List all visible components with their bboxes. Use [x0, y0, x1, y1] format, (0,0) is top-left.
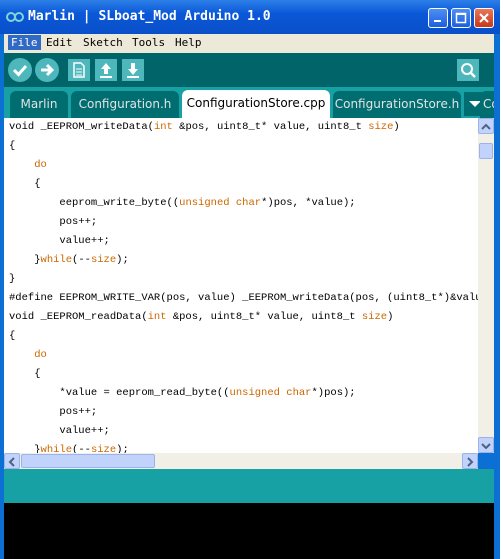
- arrow-left-icon: [8, 457, 15, 467]
- arrow-up-icon: [481, 123, 491, 130]
- code-text: *value = eeprom_read_byte((unsigned char…: [9, 387, 356, 399]
- menu-sketch[interactable]: Sketch: [83, 36, 123, 49]
- code-text: #define EEPROM_WRITE_VAR(pos, value) _EE…: [9, 292, 478, 304]
- arduino-logo-icon: [6, 12, 24, 22]
- code-text: value++;: [9, 425, 110, 437]
- code-line: eeprom_write_byte((unsigned char*)pos, *…: [9, 194, 356, 213]
- verify-icon: [12, 65, 28, 77]
- close-button[interactable]: [474, 8, 494, 28]
- code-line: value++;: [9, 232, 110, 251]
- code-line: pos++;: [9, 213, 97, 232]
- menu-edit[interactable]: Edit: [46, 36, 73, 49]
- code-text: {: [9, 368, 41, 380]
- arrow-down-icon: [481, 443, 491, 450]
- code-text: value++;: [9, 235, 110, 247]
- vertical-scrollbar[interactable]: [478, 118, 494, 453]
- window-title: Marlin | SLboat_Mod Arduino 1.0: [28, 9, 271, 24]
- verify-button[interactable]: [8, 58, 32, 82]
- tab-configurationstore-h[interactable]: ConfigurationStore.h: [333, 91, 461, 118]
- new-button[interactable]: [68, 59, 90, 81]
- scroll-down-button[interactable]: [478, 437, 494, 453]
- tab-marlin[interactable]: Marlin: [10, 91, 68, 118]
- menu-tools[interactable]: Tools: [132, 36, 165, 49]
- maximize-button[interactable]: [451, 8, 471, 28]
- minimize-icon: [434, 20, 441, 22]
- maximize-icon: [455, 12, 467, 24]
- close-icon: [479, 13, 489, 23]
- upload-button[interactable]: [35, 58, 59, 82]
- code-line: #define EEPROM_WRITE_VAR(pos, value) _EE…: [9, 289, 478, 308]
- tab-co[interactable]: Co: [480, 91, 494, 118]
- tab-bar: Marlin Configuration.h ConfigurationStor…: [4, 87, 494, 118]
- arrow-right-icon: [467, 457, 474, 467]
- open-icon: [100, 63, 112, 78]
- code-line: }: [9, 270, 15, 289]
- minimize-button[interactable]: [428, 8, 448, 28]
- code-text: }while(--size);: [9, 444, 129, 453]
- code-text: {: [9, 178, 41, 190]
- code-editor[interactable]: void _EEPROM_writeData(int &pos, uint8_t…: [4, 118, 478, 453]
- serial-monitor-button[interactable]: [457, 59, 479, 81]
- code-line: {: [9, 327, 15, 346]
- code-text: eeprom_write_byte((unsigned char*)pos, *…: [9, 197, 356, 209]
- code-line: void _EEPROM_readData(int &pos, uint8_t*…: [9, 308, 393, 327]
- code-text: {: [9, 330, 16, 342]
- scroll-right-button[interactable]: [462, 453, 478, 469]
- save-icon: [127, 63, 139, 78]
- code-text: do: [9, 159, 47, 171]
- code-text: }while(--size);: [9, 254, 129, 266]
- menu-bar: File Edit Sketch Tools Help: [4, 34, 494, 53]
- tab-configuration-h[interactable]: Configuration.h: [71, 91, 179, 118]
- tab-configurationstore-cpp[interactable]: ConfigurationStore.cpp: [182, 90, 330, 118]
- code-text: }: [9, 273, 16, 285]
- code-line: }while(--size);: [9, 441, 129, 453]
- code-text: {: [9, 140, 16, 152]
- serial-monitor-icon: [461, 63, 476, 78]
- code-line: {: [9, 137, 15, 156]
- code-line: *value = eeprom_read_byte((unsigned char…: [9, 384, 356, 403]
- menu-file[interactable]: File: [8, 35, 41, 50]
- console-output: [4, 503, 494, 559]
- horizontal-scrollbar[interactable]: [4, 453, 478, 469]
- code-text: do: [9, 349, 47, 361]
- new-icon: [73, 62, 85, 78]
- code-line: do: [9, 156, 47, 175]
- title-bar[interactable]: Marlin | SLboat_Mod Arduino 1.0: [0, 0, 500, 34]
- toolbar: [4, 53, 494, 87]
- status-bar: [4, 469, 494, 503]
- scroll-left-button[interactable]: [4, 453, 20, 469]
- code-line: do: [9, 346, 47, 365]
- code-line: pos++;: [9, 403, 97, 422]
- code-line: value++;: [9, 422, 110, 441]
- code-text: pos++;: [9, 216, 98, 228]
- menu-help[interactable]: Help: [175, 36, 202, 49]
- save-button[interactable]: [122, 59, 144, 81]
- code-text: pos++;: [9, 406, 98, 418]
- upload-icon: [41, 63, 55, 77]
- horizontal-scroll-thumb[interactable]: [21, 454, 155, 468]
- code-line: void _EEPROM_writeData(int &pos, uint8_t…: [9, 118, 400, 137]
- arduino-window: Marlin | SLboat_Mod Arduino 1.0 File Edi…: [0, 0, 500, 559]
- open-button[interactable]: [95, 59, 117, 81]
- code-line: }while(--size);: [9, 251, 129, 270]
- vertical-scroll-thumb[interactable]: [479, 143, 493, 159]
- code-text: void _EEPROM_writeData(int &pos, uint8_t…: [9, 121, 400, 133]
- code-line: {: [9, 365, 41, 384]
- scroll-up-button[interactable]: [478, 118, 494, 134]
- code-line: {: [9, 175, 41, 194]
- code-text: void _EEPROM_readData(int &pos, uint8_t*…: [9, 311, 394, 323]
